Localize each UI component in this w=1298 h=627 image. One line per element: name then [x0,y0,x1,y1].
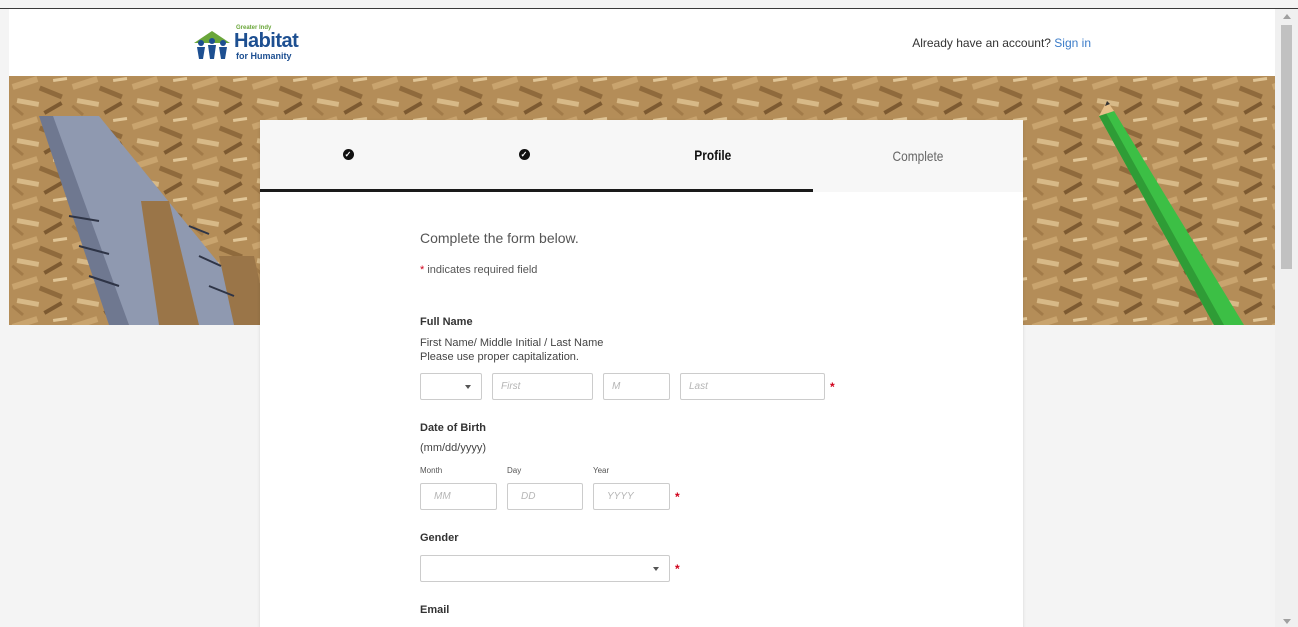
last-name-input[interactable]: Last [680,373,825,400]
step-2-check-icon: ✓ [518,149,530,160]
name-prefix-select[interactable] [420,373,482,400]
form-intro: Complete the form below. [420,230,579,246]
profile-form: Complete the form below. * indicates req… [420,230,870,616]
chevron-down-icon [653,567,659,571]
dob-day-input[interactable]: DD [507,483,583,510]
dob-month-input[interactable]: MM [420,483,497,510]
scroll-down-icon[interactable] [1283,619,1291,624]
dob-format-help: (mm/dd/yyyy) [420,442,486,454]
step-profile-label: Profile [693,146,732,163]
site-header: Greater Indy Habitat for Humanity Alread… [9,9,1275,76]
gender-select[interactable] [420,555,670,582]
chevron-down-icon [465,385,471,389]
scrollbar-thumb[interactable] [1281,25,1292,269]
habitat-logo[interactable]: Greater Indy Habitat for Humanity [192,24,302,64]
middle-initial-input[interactable]: M [603,373,670,400]
dob-year-label: Year [593,466,610,475]
full-name-help-1: First Name/ Middle Initial / Last Name [420,337,604,349]
scroll-up-icon[interactable] [1283,14,1291,19]
signin-link[interactable]: Sign in [1054,36,1091,50]
step-2: ✓ [436,120,612,192]
step-1-check-icon: ✓ [342,149,354,160]
registration-card: ✓ ✓ Profile Complete Complete the form b… [260,120,1023,627]
dob-day-label: Day [507,466,522,475]
progress-steps: ✓ ✓ Profile Complete [260,120,1023,192]
required-field-note: * indicates required field [420,264,537,276]
dob-label: Date of Birth [420,422,486,434]
gender-label: Gender [420,532,459,544]
email-label: Email [420,604,450,616]
full-name-label: Full Name [420,316,473,328]
gender-required-star: * [675,562,680,576]
first-name-input[interactable]: First [492,373,593,400]
dob-required-star: * [675,490,680,504]
full-name-help-2: Please use proper capitalization. [420,351,579,363]
account-prompt-text: Already have an account? [912,36,1051,50]
required-note-text: indicates required field [424,264,538,276]
dob-year-input[interactable]: YYYY [593,483,670,510]
step-complete-label: Complete [892,148,944,164]
step-profile: Profile [612,120,813,192]
habitat-house-icon [194,31,230,59]
dob-month-label: Month [420,466,443,475]
step-1: ✓ [260,120,436,192]
logo-subtitle: for Humanity [236,51,292,61]
logo-wordmark: Habitat [234,30,299,52]
last-name-required-star: * [830,380,835,394]
account-prompt: Already have an account? Sign in [912,36,1091,50]
page-scrollbar[interactable] [1275,9,1298,627]
step-complete: Complete [813,120,1023,192]
